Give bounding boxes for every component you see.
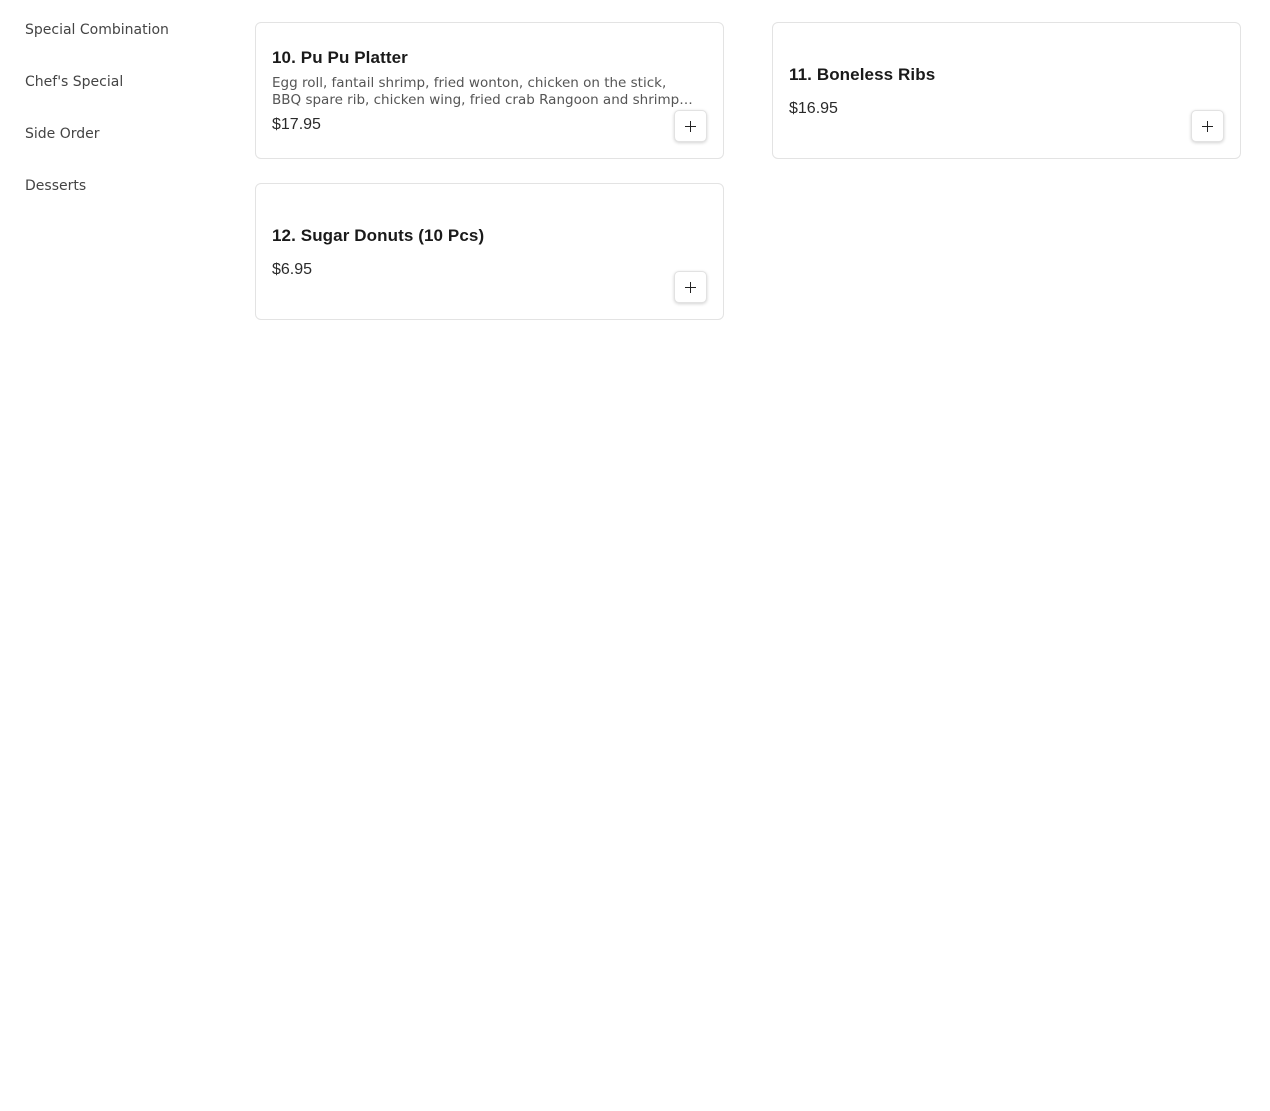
menu-item-card[interactable]: 11. Boneless Ribs $16.95 — [772, 22, 1241, 159]
sidebar-item-chefs-special[interactable]: Chef's Special — [25, 73, 123, 91]
menu-item-price: $6.95 — [272, 261, 313, 278]
sidebar-item-desserts[interactable]: Desserts — [25, 177, 86, 195]
plus-icon — [685, 120, 696, 132]
menu-item-title: 11. Boneless Ribs — [789, 65, 936, 84]
menu-item-title: 12. Sugar Donuts (10 Pcs) — [272, 226, 485, 245]
sidebar-item-side-order[interactable]: Side Order — [25, 125, 100, 143]
menu-item-price: $16.95 — [789, 100, 838, 117]
plus-icon — [685, 281, 696, 293]
menu-item-card[interactable]: 12. Sugar Donuts (10 Pcs) $6.95 — [255, 183, 724, 320]
add-to-cart-button[interactable] — [1191, 110, 1224, 142]
menu-item-description: Egg roll, fantail shrimp, fried wonton, … — [272, 75, 680, 108]
menu-item-title: 10. Pu Pu Platter — [272, 48, 408, 67]
add-to-cart-button[interactable] — [674, 110, 707, 142]
add-to-cart-button[interactable] — [674, 271, 707, 303]
sidebar-item-special-combination[interactable]: Special Combination — [25, 21, 169, 39]
menu-item-card[interactable]: 10. Pu Pu Platter Egg roll, fantail shri… — [255, 22, 724, 159]
plus-icon — [1202, 120, 1213, 132]
menu-item-price: $17.95 — [272, 116, 321, 133]
